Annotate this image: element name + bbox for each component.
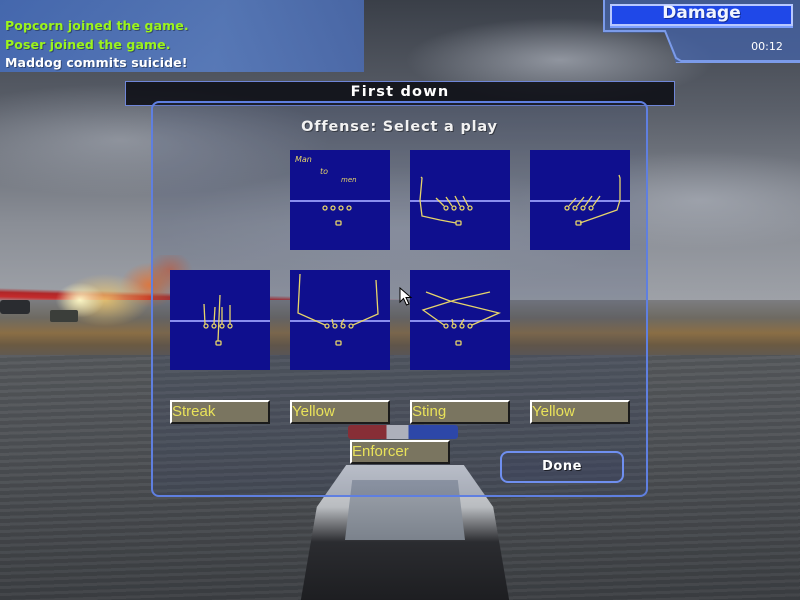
play-note: Man [295,155,312,164]
enemy-vehicle [50,310,78,322]
done-button[interactable]: Done [500,451,624,483]
chat-message: Poser joined the game. [5,37,171,52]
play-note: men [341,176,357,184]
play-diagram-icon [530,174,630,226]
play-note: to [320,167,328,176]
chat-message: Popcorn joined the game. [5,18,189,33]
receiver-2-field[interactable]: Yellow [290,400,390,424]
play-card-double-flag[interactable] [290,270,390,370]
damage-label: Damage [662,3,741,23]
play-diagram-icon [410,176,510,226]
chat-log: Popcorn joined the game. Poser joined th… [0,0,364,72]
receiver-1-field[interactable]: Streak [170,400,270,424]
play-card-man-to-man[interactable]: Man to men [290,150,390,250]
down-title: First down [350,84,450,100]
mouse-cursor-icon [399,287,413,306]
play-card-crossing[interactable] [410,270,510,370]
game-timer: 00:12 [751,40,783,53]
play-card-left-sweep[interactable] [410,150,510,250]
play-diagram-icon [410,291,510,346]
play-diagram-icon [170,294,270,346]
quarterback-field[interactable]: Enforcer [350,440,450,464]
vehicle-wreck [0,300,30,314]
receiver-4-field[interactable]: Yellow [530,400,630,424]
play-card-right-sweep[interactable] [530,150,630,250]
play-card-streak[interactable] [170,270,270,370]
dialog-title: Offense: Select a play [301,119,498,135]
receiver-3-field[interactable]: Sting [410,400,510,424]
chat-message: Maddog commits suicide! [5,55,188,70]
play-diagram-icon: Man to men [290,155,390,226]
play-diagram-icon [290,273,390,346]
